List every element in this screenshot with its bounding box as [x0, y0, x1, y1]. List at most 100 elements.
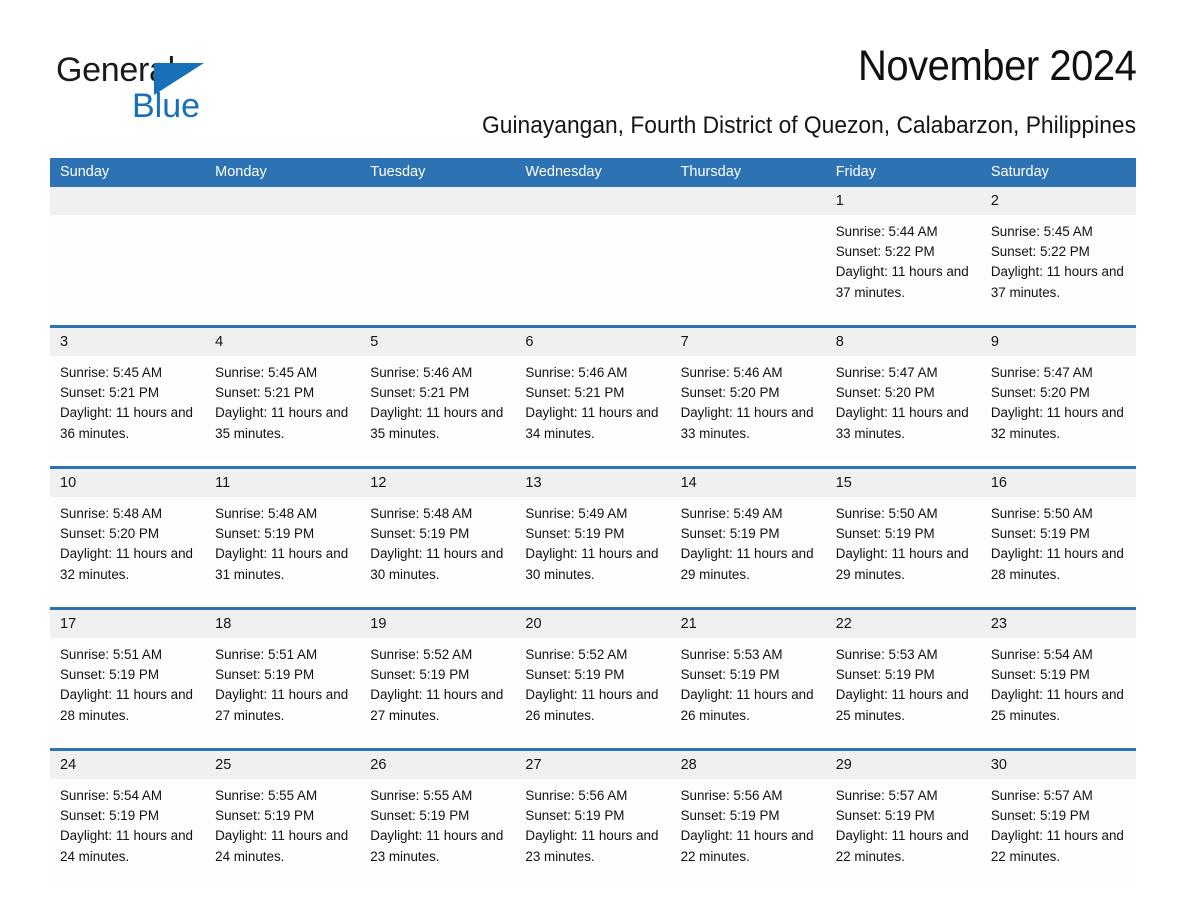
- day-cell[interactable]: 1 Sunrise: 5:44 AM Sunset: 5:22 PM Dayli…: [825, 187, 981, 318]
- day-number: 29: [835, 757, 852, 773]
- day-cell[interactable]: 12 Sunrise: 5:48 AM Sunset: 5:19 PM Dayl…: [360, 469, 516, 600]
- day-details: Sunrise: 5:54 AM Sunset: 5:19 PM Dayligh…: [50, 779, 205, 867]
- day-number: 25: [215, 757, 232, 773]
- calendar-page: General Blue November 2024 Guinayangan, …: [0, 0, 1188, 918]
- sunset-text: Sunset: 5:19 PM: [680, 808, 780, 824]
- sunrise-text: Sunrise: 5:57 AM: [835, 788, 938, 803]
- day-cell[interactable]: 22 Sunrise: 5:53 AM Sunset: 5:19 PM Dayl…: [825, 610, 981, 741]
- day-number: 10: [60, 475, 77, 491]
- sunset-text: Sunset: 5:21 PM: [215, 385, 315, 401]
- day-number-band: 12: [360, 469, 516, 497]
- day-cell[interactable]: 18 Sunrise: 5:51 AM Sunset: 5:19 PM Dayl…: [205, 610, 361, 741]
- weekday-friday: Friday: [835, 164, 876, 180]
- day-details: Sunrise: 5:45 AM Sunset: 5:22 PM Dayligh…: [981, 215, 1136, 303]
- day-number-band: [205, 187, 361, 215]
- sunrise-text: Sunrise: 5:50 AM: [990, 506, 1093, 521]
- day-cell[interactable]: 24 Sunrise: 5:54 AM Sunset: 5:19 PM Dayl…: [50, 751, 206, 882]
- day-cell[interactable]: 25 Sunrise: 5:55 AM Sunset: 5:19 PM Dayl…: [205, 751, 361, 882]
- day-cell[interactable]: 16 Sunrise: 5:50 AM Sunset: 5:19 PM Dayl…: [980, 469, 1136, 600]
- day-number: 20: [525, 616, 542, 632]
- day-cell[interactable]: 14 Sunrise: 5:49 AM Sunset: 5:19 PM Dayl…: [670, 469, 826, 600]
- day-cell[interactable]: 4 Sunrise: 5:45 AM Sunset: 5:21 PM Dayli…: [205, 328, 361, 459]
- day-cell[interactable]: 15 Sunrise: 5:50 AM Sunset: 5:19 PM Dayl…: [825, 469, 981, 600]
- daylight-text: Daylight: 11 hours and 22 minutes.: [990, 828, 1124, 864]
- week-row: 10 Sunrise: 5:48 AM Sunset: 5:20 PM Dayl…: [50, 466, 1136, 600]
- day-details: Sunrise: 5:49 AM Sunset: 5:19 PM Dayligh…: [671, 497, 826, 585]
- week-row: 17 Sunrise: 5:51 AM Sunset: 5:19 PM Dayl…: [50, 607, 1136, 741]
- day-number: 21: [680, 616, 697, 632]
- sunrise-text: Sunrise: 5:55 AM: [215, 788, 318, 803]
- sunrise-text: Sunrise: 5:49 AM: [525, 506, 628, 521]
- day-cell[interactable]: 23 Sunrise: 5:54 AM Sunset: 5:19 PM Dayl…: [980, 610, 1136, 741]
- day-number: 14: [680, 475, 697, 491]
- day-cell[interactable]: 21 Sunrise: 5:53 AM Sunset: 5:19 PM Dayl…: [670, 610, 826, 741]
- day-details: Sunrise: 5:55 AM Sunset: 5:19 PM Dayligh…: [205, 779, 360, 867]
- sunset-text: Sunset: 5:19 PM: [215, 667, 315, 683]
- daylight-text: Daylight: 11 hours and 23 minutes.: [525, 828, 659, 864]
- daylight-text: Daylight: 11 hours and 34 minutes.: [525, 405, 659, 441]
- daylight-text: Daylight: 11 hours and 37 minutes.: [835, 264, 969, 300]
- sunset-text: Sunset: 5:20 PM: [835, 385, 935, 401]
- day-cell[interactable]: [670, 187, 826, 318]
- sunrise-text: Sunrise: 5:53 AM: [835, 647, 938, 662]
- day-cell[interactable]: 7 Sunrise: 5:46 AM Sunset: 5:20 PM Dayli…: [670, 328, 826, 459]
- day-number: 7: [680, 334, 689, 350]
- day-cell[interactable]: 8 Sunrise: 5:47 AM Sunset: 5:20 PM Dayli…: [825, 328, 981, 459]
- sunset-text: Sunset: 5:19 PM: [990, 526, 1090, 542]
- sunrise-text: Sunrise: 5:45 AM: [215, 365, 318, 380]
- sunset-text: Sunset: 5:19 PM: [215, 526, 315, 542]
- day-number: 8: [835, 334, 844, 350]
- day-number-band: 21: [670, 610, 826, 638]
- day-number-band: [360, 187, 516, 215]
- day-cell[interactable]: [515, 187, 671, 318]
- day-number-band: 8: [825, 328, 981, 356]
- day-cell[interactable]: 28 Sunrise: 5:56 AM Sunset: 5:19 PM Dayl…: [670, 751, 826, 882]
- day-cell[interactable]: 13 Sunrise: 5:49 AM Sunset: 5:19 PM Dayl…: [515, 469, 671, 600]
- day-number-band: 3: [50, 328, 206, 356]
- daylight-text: Daylight: 11 hours and 35 minutes.: [215, 405, 349, 441]
- sunrise-text: Sunrise: 5:48 AM: [215, 506, 318, 521]
- day-cell[interactable]: 20 Sunrise: 5:52 AM Sunset: 5:19 PM Dayl…: [515, 610, 671, 741]
- day-number: 18: [215, 616, 232, 632]
- sunset-text: Sunset: 5:22 PM: [835, 244, 935, 260]
- day-number-band: 27: [515, 751, 671, 779]
- day-cell[interactable]: 11 Sunrise: 5:48 AM Sunset: 5:19 PM Dayl…: [205, 469, 361, 600]
- day-cell[interactable]: 29 Sunrise: 5:57 AM Sunset: 5:19 PM Dayl…: [825, 751, 981, 882]
- daylight-text: Daylight: 11 hours and 24 minutes.: [60, 828, 193, 864]
- day-cell[interactable]: [205, 187, 361, 318]
- day-number: 17: [60, 616, 77, 632]
- day-number: 24: [60, 757, 77, 773]
- day-details: Sunrise: 5:53 AM Sunset: 5:19 PM Dayligh…: [826, 638, 981, 726]
- week-row: 1 Sunrise: 5:44 AM Sunset: 5:22 PM Dayli…: [50, 187, 1136, 318]
- day-cell[interactable]: [360, 187, 516, 318]
- day-details: Sunrise: 5:52 AM Sunset: 5:19 PM Dayligh…: [360, 638, 515, 726]
- day-number: 5: [370, 334, 379, 350]
- sunrise-text: Sunrise: 5:53 AM: [680, 647, 783, 662]
- sunrise-text: Sunrise: 5:50 AM: [835, 506, 938, 521]
- sunset-text: Sunset: 5:19 PM: [370, 526, 470, 542]
- day-cell[interactable]: 10 Sunrise: 5:48 AM Sunset: 5:20 PM Dayl…: [50, 469, 206, 600]
- day-cell[interactable]: 17 Sunrise: 5:51 AM Sunset: 5:19 PM Dayl…: [50, 610, 206, 741]
- sunrise-text: Sunrise: 5:46 AM: [370, 365, 473, 380]
- day-number-band: 10: [50, 469, 206, 497]
- day-number: 11: [215, 475, 231, 491]
- day-cell[interactable]: 5 Sunrise: 5:46 AM Sunset: 5:21 PM Dayli…: [360, 328, 516, 459]
- day-cell[interactable]: 2 Sunrise: 5:45 AM Sunset: 5:22 PM Dayli…: [980, 187, 1136, 318]
- day-number: 9: [990, 334, 999, 350]
- day-cell[interactable]: 9 Sunrise: 5:47 AM Sunset: 5:20 PM Dayli…: [980, 328, 1136, 459]
- day-cell[interactable]: 30 Sunrise: 5:57 AM Sunset: 5:19 PM Dayl…: [980, 751, 1136, 882]
- daylight-text: Daylight: 11 hours and 30 minutes.: [525, 546, 659, 582]
- day-number: 23: [990, 616, 1007, 632]
- sunrise-text: Sunrise: 5:44 AM: [835, 224, 938, 239]
- day-cell[interactable]: [50, 187, 206, 318]
- day-cell[interactable]: 27 Sunrise: 5:56 AM Sunset: 5:19 PM Dayl…: [515, 751, 671, 882]
- day-cell[interactable]: 19 Sunrise: 5:52 AM Sunset: 5:19 PM Dayl…: [360, 610, 516, 741]
- daylight-text: Daylight: 11 hours and 35 minutes.: [370, 405, 504, 441]
- day-cell[interactable]: 6 Sunrise: 5:46 AM Sunset: 5:21 PM Dayli…: [515, 328, 671, 459]
- day-number-band: 1: [825, 187, 981, 215]
- day-cell[interactable]: 26 Sunrise: 5:55 AM Sunset: 5:19 PM Dayl…: [360, 751, 516, 882]
- daylight-text: Daylight: 11 hours and 29 minutes.: [835, 546, 969, 582]
- day-cell[interactable]: 3 Sunrise: 5:45 AM Sunset: 5:21 PM Dayli…: [50, 328, 206, 459]
- sunset-text: Sunset: 5:19 PM: [990, 808, 1090, 824]
- day-number-band: 2: [980, 187, 1136, 215]
